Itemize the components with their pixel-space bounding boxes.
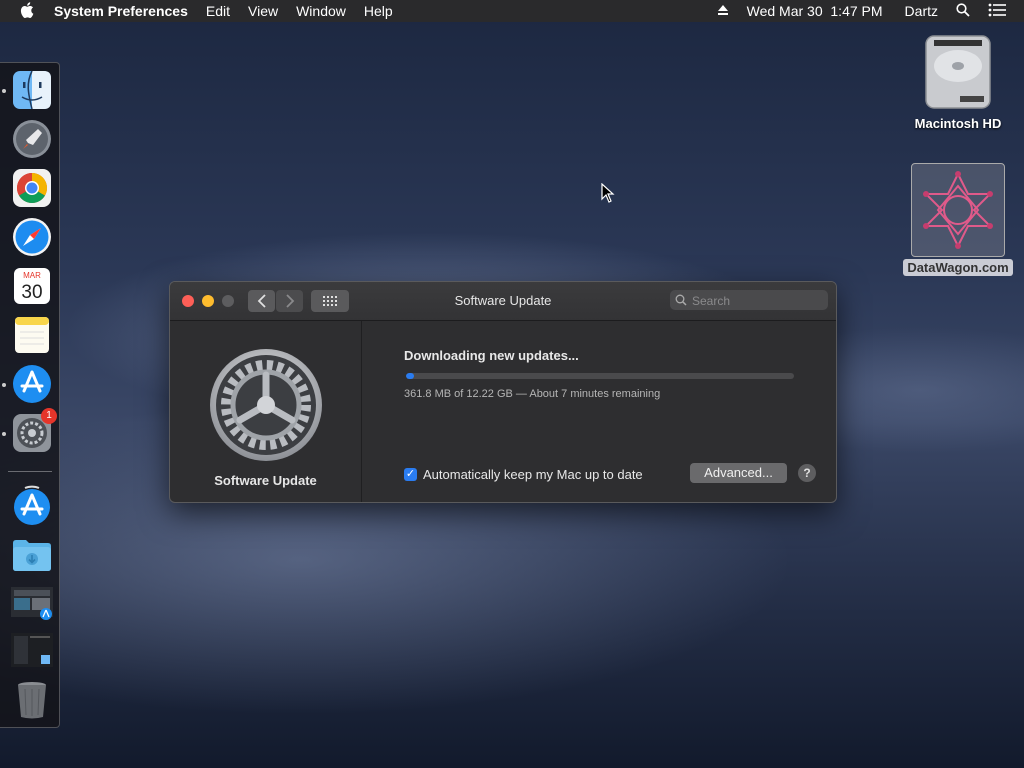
- auto-update-option[interactable]: ✓ Automatically keep my Mac up to date: [404, 467, 643, 482]
- finder-icon[interactable]: [11, 69, 53, 111]
- macintosh-hd-desktop-icon[interactable]: Macintosh HD: [900, 32, 1016, 132]
- notification-badge: 1: [41, 408, 57, 424]
- software-update-gear-icon: [210, 349, 322, 461]
- search-input[interactable]: [690, 291, 824, 310]
- help-button[interactable]: ?: [798, 464, 816, 482]
- datawagon-image-icon: [923, 171, 993, 249]
- auto-update-label: Automatically keep my Mac up to date: [423, 467, 643, 482]
- notification-center-icon[interactable]: [988, 3, 1006, 20]
- spotlight-search-icon[interactable]: [956, 2, 970, 20]
- screenshot-thumbnail-icon[interactable]: [11, 629, 53, 671]
- app-store-icon[interactable]: [11, 363, 53, 405]
- download-progress-bar: [406, 373, 794, 379]
- running-indicator: [2, 432, 6, 436]
- auto-update-checkbox[interactable]: ✓: [404, 468, 417, 481]
- system-preferences-icon[interactable]: 1: [11, 408, 57, 454]
- running-indicator: [2, 89, 6, 93]
- dock-separator: [8, 471, 52, 472]
- menu-window[interactable]: Window: [296, 3, 346, 19]
- menu-view[interactable]: View: [248, 3, 278, 19]
- eject-icon[interactable]: [717, 3, 729, 19]
- software-update-sidebar: Software Update: [170, 321, 362, 502]
- advanced-button[interactable]: Advanced...: [690, 463, 787, 483]
- search-field[interactable]: [670, 290, 828, 310]
- apple-menu-icon[interactable]: [20, 1, 34, 21]
- menu-bar: System Preferences Edit View Window Help…: [0, 0, 1024, 22]
- window-titlebar: Software Update: [170, 282, 836, 321]
- download-progress-fill: [406, 373, 414, 379]
- downloads-folder-icon[interactable]: [11, 533, 53, 575]
- macintosh-hd-label: Macintosh HD: [914, 116, 1002, 131]
- chrome-icon[interactable]: [11, 167, 53, 209]
- user-menu[interactable]: Dartz: [905, 3, 938, 19]
- search-icon: [675, 294, 687, 306]
- launchpad-icon[interactable]: [11, 118, 53, 160]
- download-detail: 361.8 MB of 12.22 GB — About 7 minutes r…: [404, 388, 661, 400]
- safari-icon[interactable]: [11, 216, 53, 258]
- calendar-icon[interactable]: MAR 30: [11, 265, 53, 307]
- hard-drive-icon: [925, 35, 991, 109]
- datawagon-label: DataWagon.com: [903, 259, 1013, 276]
- software-update-window: Software Update Software Update Download…: [169, 281, 837, 503]
- menu-edit[interactable]: Edit: [206, 3, 230, 19]
- app-menu[interactable]: System Preferences: [54, 3, 188, 19]
- app-store-downloads-icon[interactable]: [11, 485, 53, 527]
- calendar-month: MAR: [23, 271, 41, 280]
- dock: MAR 30 1: [0, 62, 60, 728]
- pane-label: Software Update: [214, 473, 317, 488]
- menu-help[interactable]: Help: [364, 3, 393, 19]
- screenshot-thumbnail-icon[interactable]: [11, 581, 53, 623]
- datawagon-desktop-icon[interactable]: DataWagon.com: [900, 163, 1016, 276]
- mouse-cursor-icon: [601, 183, 615, 203]
- download-status: Downloading new updates...: [404, 348, 579, 363]
- running-indicator: [2, 383, 6, 387]
- trash-icon[interactable]: [11, 679, 53, 721]
- menu-clock[interactable]: Wed Mar 30 1:47 PM: [747, 3, 883, 19]
- calendar-day: 30: [21, 282, 42, 303]
- notes-icon[interactable]: [11, 314, 53, 356]
